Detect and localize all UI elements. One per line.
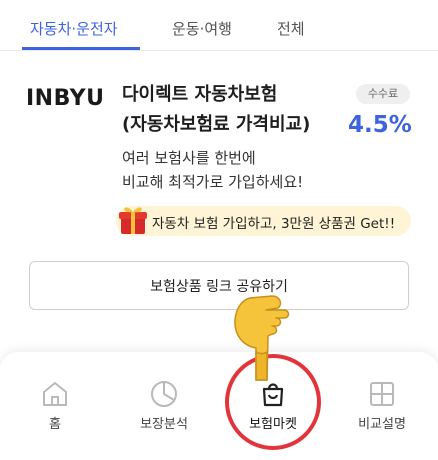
nav-label-coverage-analysis: 보장분석 — [140, 417, 188, 432]
share-link-label: 보험상품 링크 공유하기 — [150, 279, 288, 295]
share-link-button[interactable]: 보험상품 링크 공유하기 — [29, 261, 409, 310]
pie-chart-icon — [151, 381, 177, 407]
nav-label-comparison: 비교설명 — [358, 417, 406, 432]
home-icon — [43, 382, 67, 406]
pointing-hand-icon — [234, 295, 290, 381]
promo-text: 자동차 보험 가입하고, 3만원 상품권 Get!! — [152, 216, 396, 232]
bottom-nav: 홈 보장분석 보험마켓 비교설명 — [0, 352, 438, 460]
product-title: 다이렉트 자동차보험 (자동차보험료 가격비교) — [122, 80, 310, 140]
description-line1: 여러 보험사를 한번에 — [122, 149, 256, 167]
tab-all[interactable]: 전체 — [277, 18, 305, 39]
tab-sports-travel[interactable]: 운동·여행 — [172, 18, 232, 39]
nav-label-home: 홈 — [49, 417, 61, 432]
description-line2: 비교해 최적가로 가입하세요! — [122, 173, 304, 191]
category-tabs: 자동차·운전자 운동·여행 전체 — [0, 0, 438, 51]
gift-icon — [119, 207, 147, 234]
fee-badge: 수수료 — [356, 84, 410, 104]
product-description: 여러 보험사를 한번에 비교해 최적가로 가입하세요! — [122, 146, 303, 194]
grid-icon — [370, 382, 394, 406]
nav-item-home[interactable]: 홈 — [5, 352, 105, 452]
insurer-logo: INBYU — [26, 86, 105, 111]
tab-car-driver[interactable]: 자동차·운전자 — [30, 18, 118, 39]
product-title-line1: 다이렉트 자동차보험 — [122, 84, 278, 105]
nav-item-coverage-analysis[interactable]: 보장분석 — [114, 352, 214, 452]
product-title-line2: (자동차보험료 가격비교) — [122, 114, 311, 135]
nav-item-comparison[interactable]: 비교설명 — [332, 352, 432, 452]
promo-banner[interactable]: 자동차 보험 가입하고, 3만원 상품권 Get!! — [116, 206, 411, 236]
active-tab-indicator — [22, 47, 140, 50]
fee-rate: 4.5% — [348, 112, 412, 138]
